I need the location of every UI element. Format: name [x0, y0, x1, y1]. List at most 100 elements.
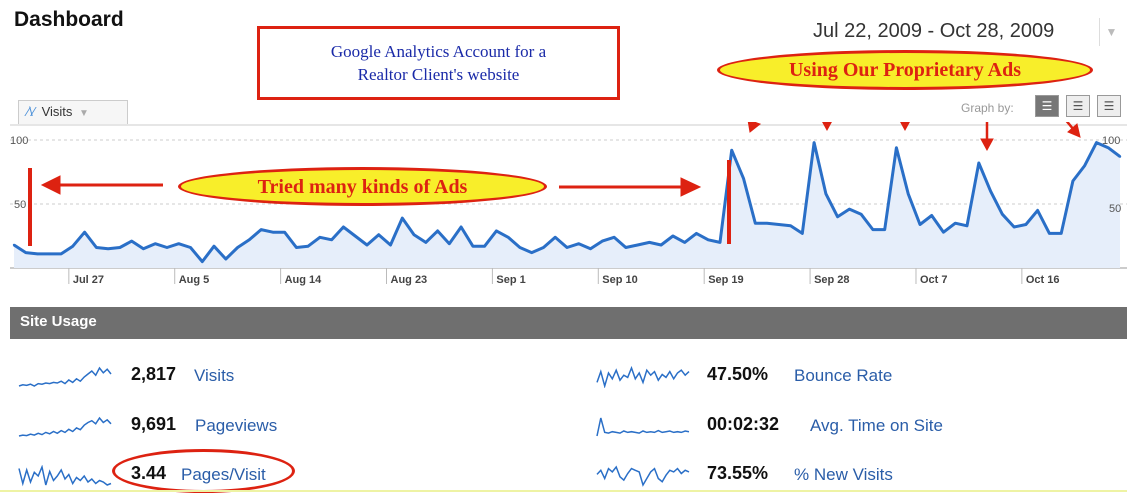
- data-point-41: [495, 229, 498, 233]
- x-tick-label-9: Oct 16: [1026, 274, 1060, 286]
- data-point-15: [189, 246, 192, 249]
- data-point-2: [36, 252, 39, 256]
- data-point-20: [248, 238, 251, 242]
- footer-divider: [0, 490, 1127, 492]
- data-point-30: [365, 243, 369, 247]
- data-point-7: [95, 246, 98, 249]
- data-point-46: [554, 236, 557, 239]
- metric-pageviews-value: 9,691: [131, 414, 177, 434]
- data-point-33: [401, 216, 404, 220]
- metric-pageviews-label[interactable]: Pageviews: [195, 416, 277, 436]
- arrow-spike-4-head: [980, 138, 994, 152]
- data-point-62: [742, 177, 745, 180]
- data-point-44: [530, 251, 533, 254]
- data-point-74: [883, 228, 886, 231]
- data-point-84: [1001, 213, 1004, 216]
- tried-ads-annotation: Tried many kinds of Ads: [178, 167, 547, 206]
- data-point-73: [871, 228, 875, 231]
- metric-avg-time-label[interactable]: Avg. Time on Site: [810, 416, 943, 436]
- sparkline-avg-time: [596, 417, 690, 437]
- data-point-57: [683, 241, 686, 244]
- data-point-5: [71, 245, 75, 248]
- month-icon[interactable]: ☰: [1097, 95, 1121, 117]
- day-icon[interactable]: ☰: [1035, 95, 1059, 117]
- sparkline-bounce-rate: [596, 366, 690, 388]
- x-tick-label-5: Sep 10: [602, 274, 637, 286]
- data-point-19: [236, 246, 239, 249]
- data-point-56: [671, 234, 675, 238]
- data-point-64: [765, 222, 769, 225]
- data-point-49: [589, 247, 592, 250]
- data-point-31: [377, 233, 380, 236]
- data-point-87: [1036, 209, 1039, 212]
- arrow-spike-2-head: [822, 122, 832, 132]
- data-point-28: [342, 225, 345, 229]
- data-point-32: [389, 243, 392, 247]
- sparkline-visits: [18, 366, 112, 387]
- data-point-88: [1048, 232, 1051, 235]
- data-point-42: [506, 236, 510, 239]
- data-point-60: [718, 241, 722, 244]
- data-point-3: [48, 252, 51, 256]
- data-point-36: [436, 229, 439, 233]
- data-point-40: [483, 245, 486, 248]
- arrow-spike-5: [1065, 122, 1075, 131]
- metric-visits-label[interactable]: Visits: [194, 366, 234, 386]
- y-tick-100-left: 100: [10, 135, 28, 147]
- metric-avg-time-value: 00:02:32: [707, 414, 780, 434]
- data-point-79: [942, 230, 945, 234]
- metric-bounce-rate-label[interactable]: Bounce Rate: [794, 366, 892, 386]
- chevron-down-icon[interactable]: ▼: [1099, 18, 1123, 46]
- data-point-35: [424, 241, 428, 244]
- data-point-86: [1024, 223, 1028, 226]
- data-point-24: [295, 246, 298, 249]
- data-point-53: [636, 243, 639, 247]
- data-point-69: [824, 192, 828, 195]
- data-point-52: [624, 246, 628, 249]
- page-title: Dashboard: [14, 8, 124, 31]
- visits-chart: 100 50 100 50 Jul 27 Aug 5 Aug 14 Aug 23 Sep…: [10, 122, 1127, 286]
- x-tick-label-4: Sep 1: [496, 274, 525, 286]
- data-point-23: [283, 230, 286, 234]
- x-tick-label-2: Aug 14: [285, 274, 323, 286]
- data-point-38: [459, 225, 463, 229]
- data-point-92: [1095, 141, 1098, 144]
- week-icon[interactable]: ☰: [1066, 95, 1090, 117]
- data-point-82: [977, 161, 981, 165]
- x-axis-ticks: Jul 27 Aug 5 Aug 14 Aug 23 Sep 1 Sep 10 Sep 19…: [68, 268, 1060, 286]
- data-point-50: [601, 239, 604, 243]
- line-chart-icon: ⁄\⁄: [27, 104, 35, 119]
- data-point-58: [695, 232, 698, 235]
- data-point-70: [836, 215, 839, 218]
- data-point-81: [965, 224, 969, 227]
- data-point-14: [177, 242, 180, 245]
- data-point-65: [777, 223, 780, 226]
- callout-line-1: Google Analytics Account for a: [330, 42, 547, 61]
- date-range-selector[interactable]: Jul 22, 2009 - Oct 28, 2009 ▼: [805, 15, 1127, 49]
- data-point-10: [130, 239, 133, 243]
- data-point-63: [754, 222, 757, 225]
- metric-selector-tab[interactable]: ⁄\⁄ Visits ▼: [18, 100, 128, 124]
- chevron-down-icon: ▼: [79, 108, 89, 119]
- data-point-11: [142, 247, 145, 250]
- data-point-4: [59, 252, 63, 256]
- data-point-29: [354, 234, 357, 238]
- data-point-25: [306, 245, 310, 248]
- data-point-12: [153, 242, 157, 245]
- metric-new-visits-value: 73.55%: [707, 463, 769, 483]
- data-point-1: [24, 251, 27, 254]
- data-point-6: [83, 230, 86, 234]
- metric-visits-value: 2,817: [131, 364, 177, 384]
- x-tick-label-0: Jul 27: [73, 274, 104, 286]
- data-point-72: [859, 213, 863, 216]
- pages-per-visit-highlight-circle: [112, 449, 295, 493]
- arrow-spike-3-head: [900, 122, 910, 132]
- metric-new-visits-label[interactable]: % New Visits: [794, 465, 893, 485]
- arrow-left-head: [40, 175, 61, 195]
- data-point-90: [1071, 179, 1075, 183]
- data-point-67: [801, 232, 804, 235]
- data-point-13: [165, 246, 169, 249]
- data-point-78: [930, 214, 933, 217]
- data-point-94: [1118, 155, 1122, 158]
- proprietary-ads-annotation: Using Our Proprietary Ads: [717, 50, 1093, 90]
